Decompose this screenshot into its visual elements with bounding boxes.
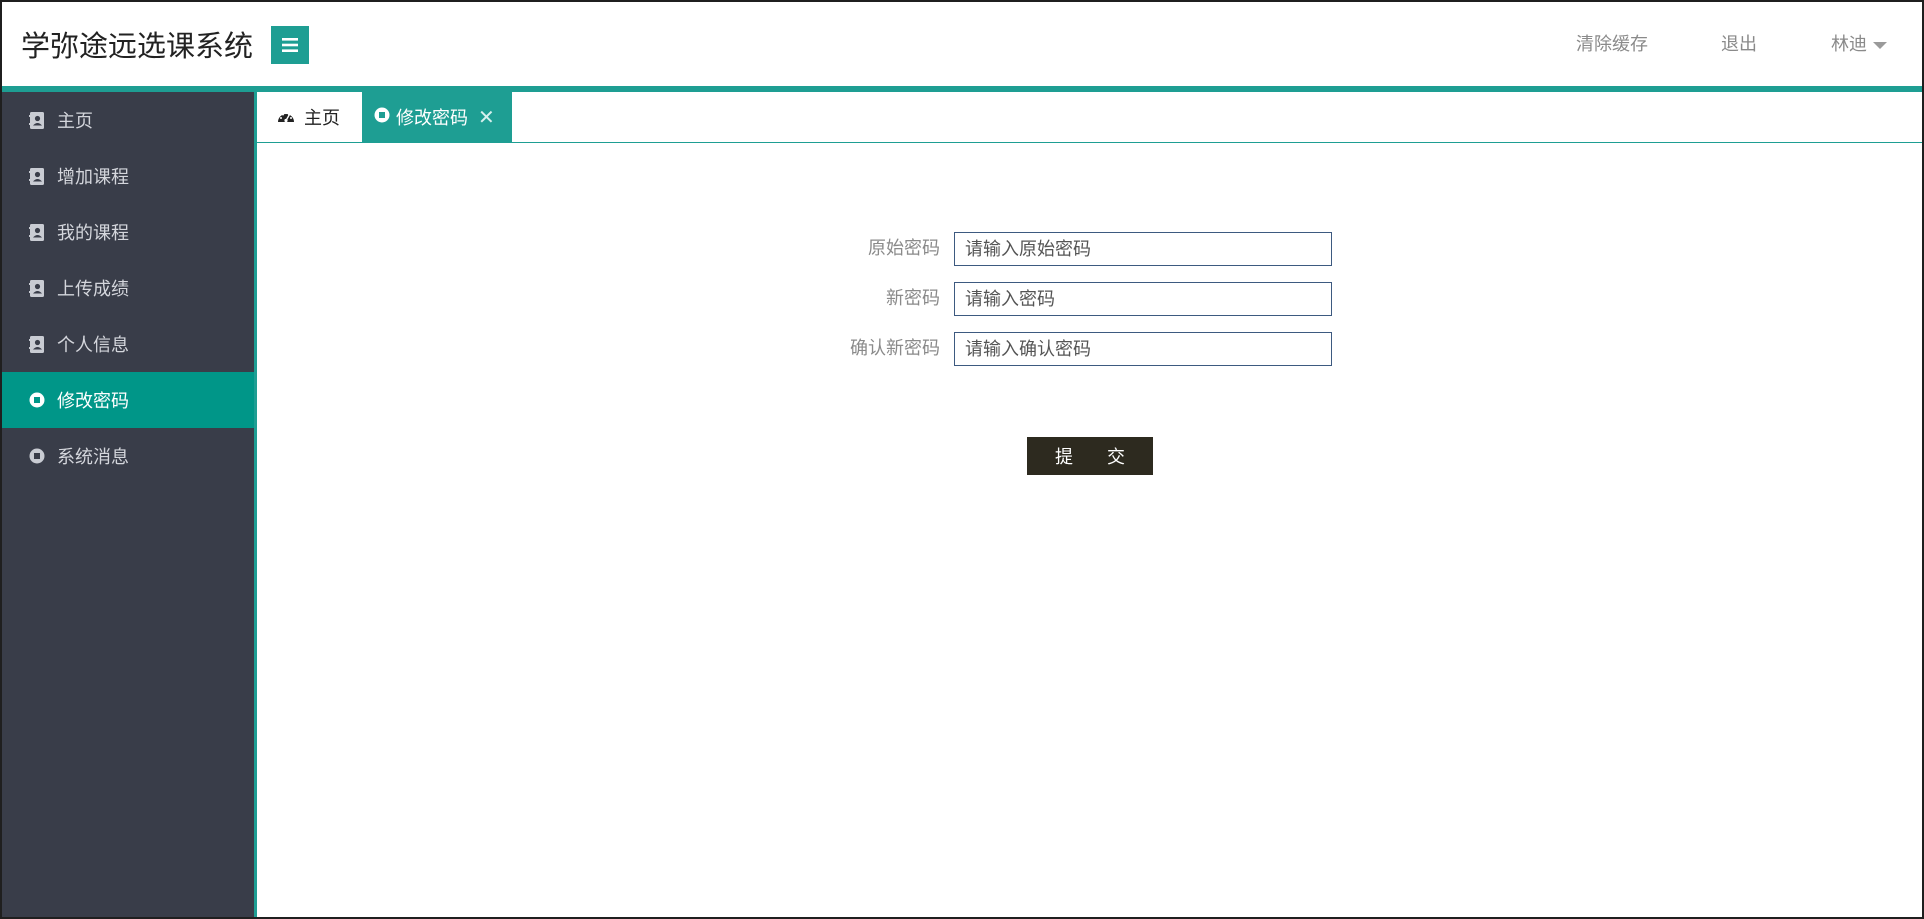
tab-label: 修改密码 (396, 108, 468, 129)
sidebar-item-label: 增加课程 (57, 167, 129, 188)
circle-stop-icon (374, 107, 390, 128)
hamburger-icon (282, 38, 298, 52)
user-menu[interactable]: 林迪 (1831, 33, 1887, 57)
top-header: 学弥途远选课系统 清除缓存 退出 林迪 (2, 2, 1922, 92)
original-password-label: 原始密码 (868, 238, 940, 259)
sidebar-item-label: 主页 (57, 111, 93, 132)
contact-book-icon (28, 111, 46, 129)
close-icon[interactable]: ✕ (478, 107, 495, 127)
submit-label-part2: 交 (1107, 447, 1125, 468)
clear-cache-link[interactable]: 清除缓存 (1576, 33, 1648, 57)
submit-button[interactable]: 提 交 (1027, 437, 1153, 475)
tab-home[interactable]: 主页 (257, 92, 362, 142)
caret-down-icon (1873, 41, 1887, 49)
submit-label-part1: 提 (1055, 447, 1073, 468)
contact-book-icon (28, 335, 46, 353)
circle-stop-icon (28, 391, 46, 409)
sidebar-item-profile[interactable]: 个人信息 (2, 316, 254, 372)
tab-label: 主页 (304, 108, 340, 129)
sidebar-item-change-password[interactable]: 修改密码 (2, 372, 254, 428)
app-title: 学弥途远选课系统 (21, 29, 254, 63)
tab-bar: 主页 修改密码 ✕ (257, 92, 1922, 143)
menu-toggle-button[interactable] (271, 26, 309, 64)
dashboard-icon (277, 107, 295, 128)
contact-book-icon (28, 279, 46, 297)
sidebar-item-label: 系统消息 (57, 447, 129, 468)
circle-stop-icon (28, 447, 46, 465)
tab-change-password[interactable]: 修改密码 ✕ (362, 92, 512, 142)
new-password-input[interactable] (954, 282, 1332, 316)
sidebar-item-label: 个人信息 (57, 335, 129, 356)
sidebar-item-label: 上传成绩 (57, 279, 129, 300)
original-password-input[interactable] (954, 232, 1332, 266)
sidebar-item-home[interactable]: 主页 (2, 92, 254, 148)
logout-link[interactable]: 退出 (1721, 33, 1757, 57)
form-row-new-password: 新密码 (602, 282, 940, 316)
sidebar-item-upload-grades[interactable]: 上传成绩 (2, 260, 254, 316)
contact-book-icon (28, 223, 46, 241)
confirm-password-label: 确认新密码 (850, 338, 940, 359)
sidebar-item-my-courses[interactable]: 我的课程 (2, 204, 254, 260)
sidebar-item-label: 我的课程 (57, 223, 129, 244)
new-password-label: 新密码 (886, 288, 940, 309)
app-window: 学弥途远选课系统 清除缓存 退出 林迪 主页 增加课程 我的课程 上传成绩 个人… (0, 0, 1924, 919)
sidebar: 主页 增加课程 我的课程 上传成绩 个人信息 修改密码 系统消息 (2, 92, 254, 917)
sidebar-item-label: 修改密码 (57, 391, 129, 412)
username: 林迪 (1831, 34, 1867, 55)
sidebar-item-system-messages[interactable]: 系统消息 (2, 428, 254, 484)
sidebar-item-add-course[interactable]: 增加课程 (2, 148, 254, 204)
form-row-original-password: 原始密码 (602, 232, 940, 266)
sidebar-divider (254, 92, 257, 917)
form-row-confirm-password: 确认新密码 (602, 332, 940, 366)
contact-book-icon (28, 167, 46, 185)
confirm-password-input[interactable] (954, 332, 1332, 366)
